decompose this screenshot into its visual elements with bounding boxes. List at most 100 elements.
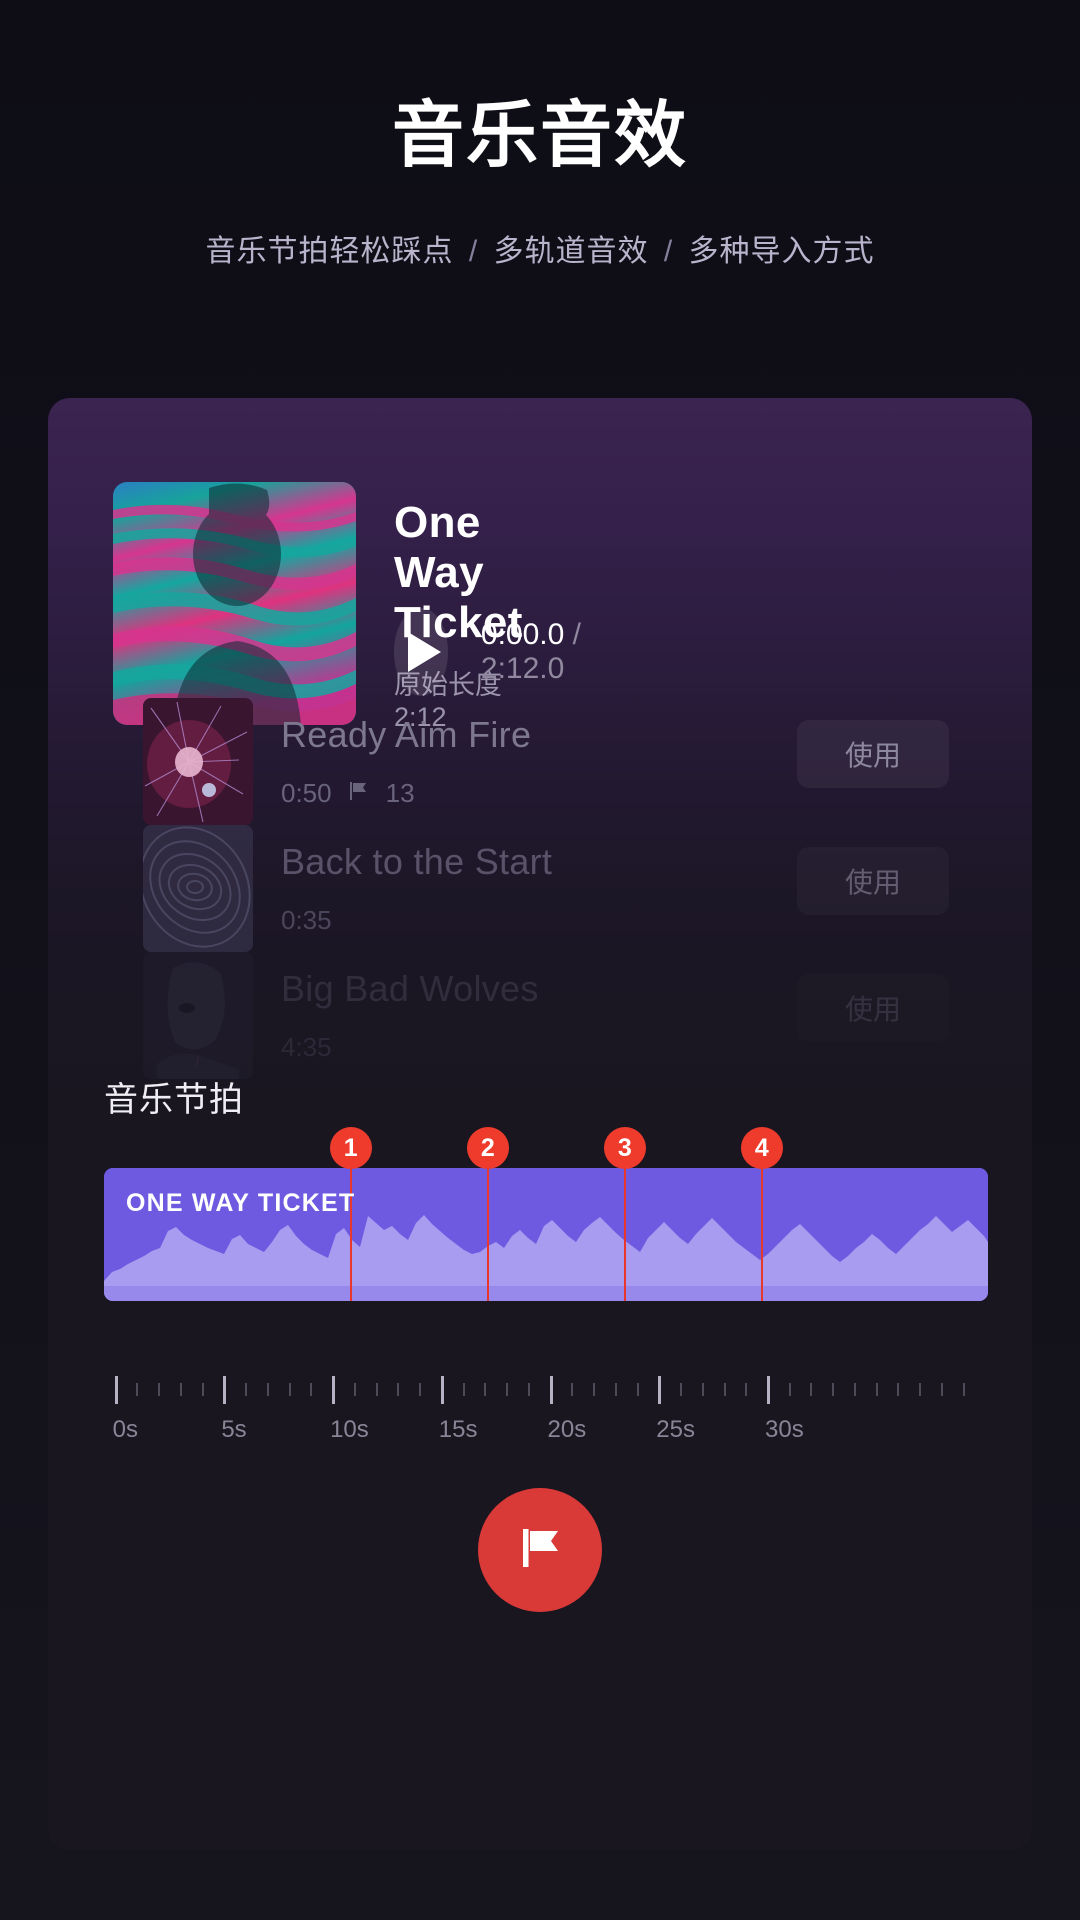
flag-icon [348,778,370,809]
ruler-tick-minor [245,1383,247,1396]
track-duration: 4:35 [281,1032,332,1063]
ruler-tick-minor [397,1383,399,1396]
beat-marker-label[interactable]: 1 [330,1127,372,1169]
beat-marker[interactable]: 4 [761,1128,763,1301]
track-duration: 0:50 [281,778,332,809]
subtitle-separator-1: / [463,235,484,268]
beat-marker[interactable]: 2 [487,1128,489,1301]
ruler-tick-major [332,1376,335,1404]
ruler-tick-minor [180,1383,182,1396]
track-name: Big Bad Wolves [281,968,539,1010]
ruler-label: 25s [656,1416,695,1444]
track-text: Ready Aim Fire 0:50 13 [281,714,531,809]
beat-marker-label[interactable]: 3 [604,1127,646,1169]
ruler-tick-major [550,1376,553,1404]
subtitle-part-3: 多种导入方式 [689,235,875,268]
play-icon [408,632,441,672]
nebula-thumbnail-icon [143,698,253,825]
track-text: Back to the Start 0:35 [281,841,552,936]
use-button[interactable]: 使用 [797,847,949,915]
album-cover-portrait-icon [113,482,356,725]
ruler-label: 5s [221,1416,246,1444]
app-screen: 音乐音效 音乐节拍轻松踩点 / 多轨道音效 / 多种导入方式 [0,0,1080,1920]
ruler-tick-minor [637,1383,639,1396]
ruler-tick-minor [876,1383,878,1396]
track-name: Ready Aim Fire [281,714,531,756]
subtitle-part-2: 多轨道音效 [494,235,649,268]
ruler-tick-minor [941,1383,943,1396]
ruler-tick-minor [484,1383,486,1396]
ruler-tick-major [115,1376,118,1404]
ruler-label: 30s [765,1416,804,1444]
swirl-thumbnail-icon [143,825,253,952]
ruler-tick-major [767,1376,770,1404]
track-beat-count: 13 [386,778,415,809]
beat-marker[interactable]: 3 [624,1128,626,1301]
subtitle-part-1: 音乐节拍轻松踩点 [205,235,453,268]
total-time: 2:12.0 [481,652,564,685]
use-button[interactable]: 使用 [797,720,949,788]
beat-marker-label[interactable]: 4 [741,1127,783,1169]
playback-time: 0:00.0 / 2:12.0 [481,618,599,686]
table-row[interactable]: ƒ Big Bad Wolves 4:35 使用 [48,952,1032,1079]
beat-marker-label[interactable]: 2 [467,1127,509,1169]
portrait-thumbnail-icon: ƒ [143,952,253,1079]
timeline-ruler[interactable]: 0s 5s 10s 15s 20s 25s 30s [104,1376,988,1456]
ruler-tick-minor [854,1383,856,1396]
ruler-tick-minor [897,1383,899,1396]
ruler-tick-minor [919,1383,921,1396]
ruler-label: 0s [113,1416,138,1444]
table-row[interactable]: Back to the Start 0:35 使用 [48,825,1032,952]
ruler-tick-minor [528,1383,530,1396]
page-title: 音乐音效 [0,95,1080,178]
player-controls: 0:00.0 / 2:12.0 [394,608,598,696]
track-list: Ready Aim Fire 0:50 13 使用 [48,698,1032,1079]
track-name: Back to the Start [281,841,552,883]
ruler-tick-minor [136,1383,138,1396]
ruler-tick-minor [202,1383,204,1396]
track-meta: 0:50 13 [281,778,531,809]
ruler-tick-minor [463,1383,465,1396]
svg-text:ƒ: ƒ [195,1052,202,1067]
ruler-label: 10s [330,1416,369,1444]
ruler-tick-minor [724,1383,726,1396]
ruler-tick-minor [158,1383,160,1396]
add-beat-marker-button[interactable] [478,1488,602,1612]
use-button[interactable]: 使用 [797,974,949,1042]
subtitle-separator-2: / [658,235,679,268]
page-subtitle: 音乐节拍轻松踩点 / 多轨道音效 / 多种导入方式 [0,226,1080,270]
play-button[interactable] [394,608,448,696]
ruler-tick-minor [376,1383,378,1396]
ruler-tick-minor [593,1383,595,1396]
waveform-editor[interactable]: ONE WAY TICKET 1 2 3 4 [104,1128,988,1358]
ruler-label: 20s [548,1416,587,1444]
ruler-tick-major [658,1376,661,1404]
ruler-tick-minor [745,1383,747,1396]
track-text: Big Bad Wolves 4:35 [281,968,539,1063]
flag-icon [512,1520,568,1581]
waveform-track[interactable]: ONE WAY TICKET [104,1168,988,1301]
ruler-tick-minor [810,1383,812,1396]
ruler-tick-minor [419,1383,421,1396]
beat-section-heading: 音乐节拍 [104,1072,244,1121]
current-time: 0:00.0 [481,618,564,651]
ruler-tick-minor [310,1383,312,1396]
waveform-shape [104,1168,988,1301]
track-meta: 4:35 [281,1032,539,1063]
ruler-tick-minor [680,1383,682,1396]
ruler-tick-minor [354,1383,356,1396]
ruler-tick-minor [832,1383,834,1396]
track-meta: 0:35 [281,905,552,936]
track-duration: 0:35 [281,905,332,936]
ruler-tick-minor [702,1383,704,1396]
ruler-tick-minor [789,1383,791,1396]
table-row[interactable]: Ready Aim Fire 0:50 13 使用 [48,698,1032,825]
time-separator: / [573,618,581,651]
header: 音乐音效 音乐节拍轻松踩点 / 多轨道音效 / 多种导入方式 [0,0,1080,270]
ruler-tick-minor [615,1383,617,1396]
ruler-label: 15s [439,1416,478,1444]
ruler-tick-minor [289,1383,291,1396]
ruler-tick-minor [963,1383,965,1396]
ruler-tick-minor [571,1383,573,1396]
music-panel-card: One Way Ticket 原始长度 2:12 0:00.0 / 2:12.0 [48,398,1032,1850]
